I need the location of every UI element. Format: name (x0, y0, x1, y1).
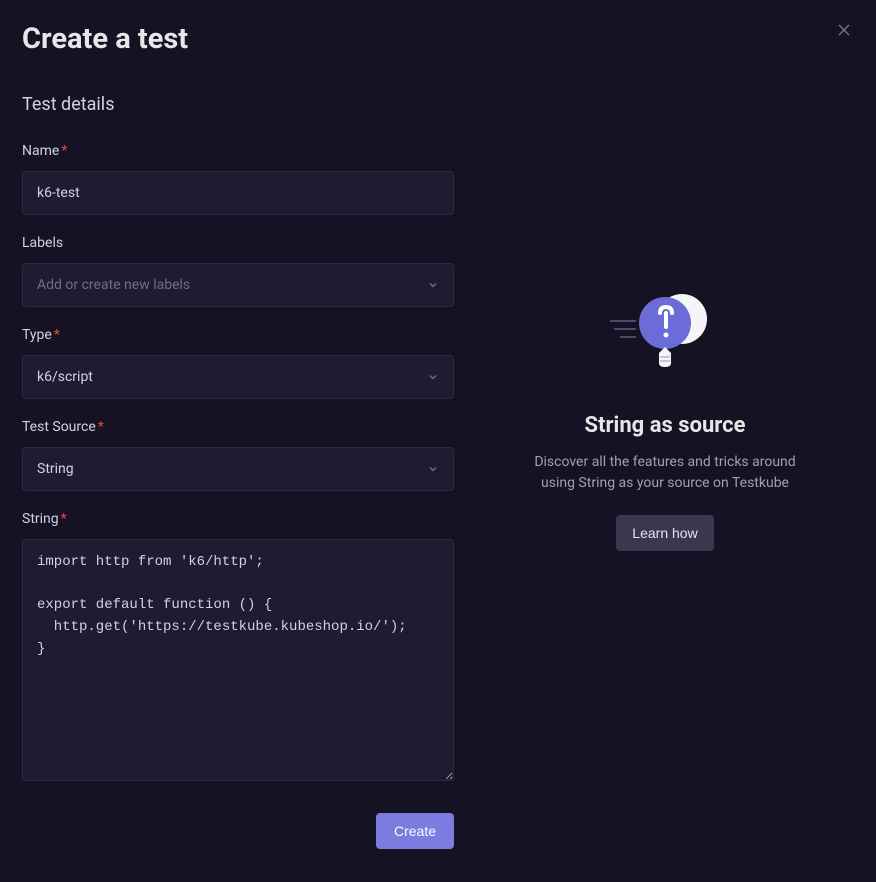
string-textarea[interactable] (22, 539, 454, 781)
create-test-modal: Create a test Test details Name* Labels … (0, 0, 876, 882)
string-group: String* (22, 511, 454, 785)
name-group: Name* (22, 143, 454, 215)
source-label-text: Test Source (22, 419, 96, 435)
info-description: Discover all the features and tricks aro… (525, 452, 805, 493)
learn-how-button[interactable]: Learn how (616, 515, 713, 551)
type-value: k6/script (37, 369, 427, 385)
name-label-text: Name (22, 143, 59, 159)
required-asterisk: * (54, 327, 60, 343)
close-button[interactable] (834, 20, 854, 40)
create-button[interactable]: Create (376, 813, 454, 849)
required-asterisk: * (61, 143, 67, 159)
modal-title: Create a test (22, 22, 454, 56)
string-label: String* (22, 511, 454, 527)
name-label: Name* (22, 143, 454, 159)
labels-group: Labels Add or create new labels (22, 235, 454, 307)
required-asterisk: * (98, 419, 104, 435)
source-label: Test Source* (22, 419, 454, 435)
type-group: Type* k6/script (22, 327, 454, 399)
info-content: String as source Discover all the featur… (525, 291, 805, 551)
type-select[interactable]: k6/script (22, 355, 454, 399)
info-panel: String as source Discover all the featur… (454, 0, 876, 882)
name-input[interactable] (22, 171, 454, 215)
chevron-down-icon (427, 371, 439, 383)
section-title: Test details (22, 94, 454, 115)
type-label-text: Type (22, 327, 52, 343)
source-select[interactable]: String (22, 447, 454, 491)
source-group: Test Source* String (22, 419, 454, 491)
info-title: String as source (584, 413, 745, 438)
chevron-down-icon (427, 463, 439, 475)
form-wrapper: Name* Labels Add or create new labels (22, 143, 454, 849)
required-asterisk: * (61, 511, 67, 527)
labels-select[interactable]: Add or create new labels (22, 263, 454, 307)
close-icon (836, 22, 852, 38)
type-label: Type* (22, 327, 454, 343)
labels-label-text: Labels (22, 235, 63, 251)
labels-label: Labels (22, 235, 454, 251)
lightbulb-icon (610, 291, 720, 385)
labels-placeholder: Add or create new labels (37, 277, 427, 293)
string-label-text: String (22, 511, 59, 527)
chevron-down-icon (427, 279, 439, 291)
source-value: String (37, 461, 427, 477)
form-panel: Create a test Test details Name* Labels … (0, 0, 454, 882)
